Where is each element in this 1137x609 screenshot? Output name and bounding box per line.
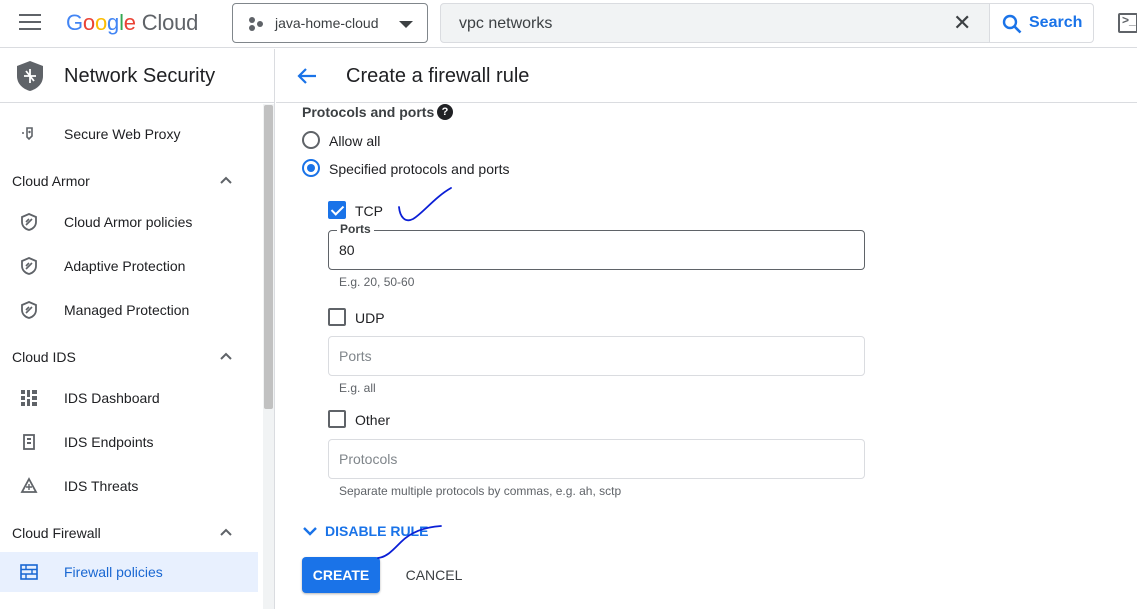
radio-specified-protocols[interactable] [302,159,320,177]
sidebar-item-cloud-armor-policies[interactable]: Cloud Armor policies [0,202,258,242]
endpoint-icon [23,434,35,450]
page-header: Create a firewall rule [276,49,1137,103]
page-title: Create a firewall rule [346,65,530,87]
sidebar: Network Security Secure Web Proxy Cloud … [0,49,275,609]
tcp-checkbox[interactable] [328,201,346,219]
sidebar-item-managed-protection[interactable]: Managed Protection [0,290,258,330]
section-label: Cloud IDS [12,349,76,365]
tcp-ports-field-label: Ports [337,222,374,236]
sidebar-header: Network Security [0,49,274,103]
logo-letter: o [82,10,95,35]
section-label: Cloud Firewall [12,525,101,541]
search-bar[interactable]: vpc networks ✕ Search [440,3,1094,43]
other-protocols-placeholder: Protocols [339,451,398,467]
radio-specified-label: Specified protocols and ports [329,161,510,177]
search-button[interactable]: Search [989,3,1094,43]
menu-icon[interactable] [19,14,41,32]
help-icon[interactable]: ? [437,104,453,120]
chevron-up-icon [220,352,232,360]
section-label: Cloud Armor [12,173,90,189]
section-cloud-ids[interactable]: Cloud IDS [0,339,258,375]
protocols-ports-label: Protocols and ports [302,104,435,120]
radio-allow-all-label: Allow all [329,133,381,149]
arrow-back-icon[interactable] [296,65,318,87]
sidebar-item-label: Secure Web Proxy [64,126,181,142]
shield-icon [21,257,37,275]
chevron-down-icon [303,527,317,536]
other-label: Other [355,412,391,428]
search-input[interactable]: vpc networks [459,15,552,33]
firewall-icon [20,564,38,580]
section-cloud-firewall[interactable]: Cloud Firewall [0,515,258,551]
shield-icon [21,301,37,319]
udp-ports-field[interactable]: Ports [328,336,865,376]
sidebar-item-label: Cloud Armor policies [64,214,193,230]
threat-icon [20,477,38,493]
proxy-icon [22,127,33,141]
sidebar-item-ids-threats[interactable]: IDS Threats [0,466,258,506]
tcp-hint: E.g. 20, 50-60 [339,275,415,289]
network-security-icon [17,61,43,91]
udp-label: UDP [355,310,385,326]
project-name: java-home-cloud [275,15,379,31]
create-button[interactable]: CREATE [302,557,380,593]
search-button-label: Search [1029,14,1083,31]
logo-letter: G [66,10,83,35]
project-icon [249,17,263,31]
sidebar-scrollbar-thumb[interactable] [264,105,273,409]
tcp-ports-field[interactable]: Ports 80 [328,222,865,270]
sidebar-item-ids-endpoints[interactable]: IDS Endpoints [0,422,258,462]
sidebar-item-secure-web-proxy[interactable]: Secure Web Proxy [0,114,258,154]
sidebar-item-label: IDS Threats [64,478,139,494]
dashboard-icon [21,390,37,406]
sidebar-item-label: Adaptive Protection [64,258,186,274]
logo-letter: e [123,10,136,35]
disable-rule-label: DISABLE RULE [325,523,429,539]
sidebar-item-adaptive-protection[interactable]: Adaptive Protection [0,246,258,286]
sidebar-item-label: IDS Dashboard [64,390,160,406]
logo-letter: g [107,10,120,35]
radio-allow-all[interactable] [302,131,320,149]
top-bar: Google Cloud java-home-cloud vpc network… [0,0,1137,48]
other-hint: Separate multiple protocols by commas, e… [339,484,622,498]
shield-icon [21,213,37,231]
other-protocols-field[interactable]: Protocols [328,439,865,479]
tcp-label: TCP [355,203,383,219]
firewall-form: Protocols and ports ? Allow all Specifie… [276,104,1137,609]
chevron-up-icon [220,176,232,184]
udp-checkbox[interactable] [328,308,346,326]
cancel-button[interactable]: CANCEL [398,557,470,593]
udp-ports-placeholder: Ports [339,348,372,364]
sidebar-item-ids-dashboard[interactable]: IDS Dashboard [0,378,258,418]
sidebar-item-firewall-policies[interactable]: Firewall policies [0,552,258,592]
other-checkbox[interactable] [328,410,346,428]
chevron-up-icon [220,528,232,536]
sidebar-title: Network Security [64,65,216,87]
close-icon[interactable]: ✕ [953,12,971,34]
udp-hint: E.g. all [339,381,376,395]
project-selector[interactable]: java-home-cloud [232,3,428,43]
section-cloud-armor[interactable]: Cloud Armor [0,163,258,199]
logo-letter: o [94,10,108,35]
terminal-icon[interactable]: >_ [1118,13,1137,33]
tcp-ports-value[interactable]: 80 [339,242,355,258]
sidebar-item-label: Managed Protection [64,302,190,318]
google-cloud-logo[interactable]: Google Cloud [66,10,198,36]
logo-product: Cloud [141,10,199,35]
chevron-down-icon [399,21,413,28]
search-icon [1002,14,1022,34]
sidebar-item-label: IDS Endpoints [64,434,154,450]
sidebar-item-label: Firewall policies [64,564,163,580]
